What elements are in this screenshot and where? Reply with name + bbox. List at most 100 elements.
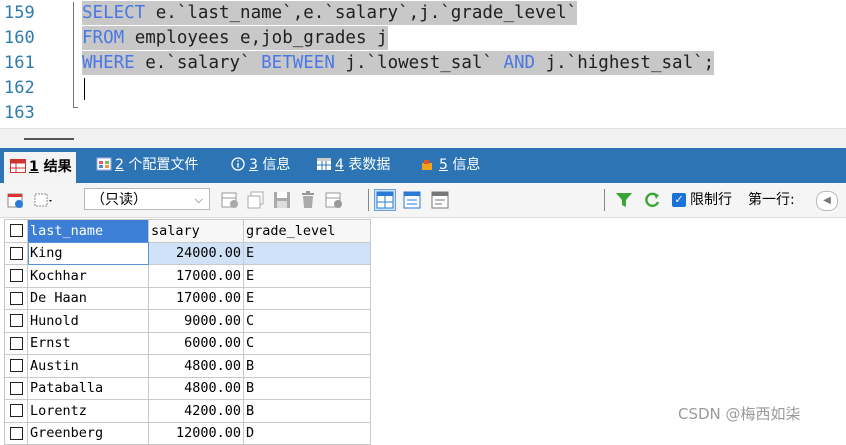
- cell-grade-level[interactable]: D: [243, 421, 371, 445]
- cell-grade-level[interactable]: B: [243, 354, 371, 378]
- tab-table-data[interactable]: 4 表数据: [316, 148, 390, 183]
- sql-text: j.`lowest_sal`: [334, 53, 504, 73]
- splitter-grip[interactable]: [24, 138, 74, 140]
- row-checkbox[interactable]: [4, 264, 28, 288]
- cell-last-name[interactable]: Austin: [27, 354, 149, 378]
- refresh-icon[interactable]: [642, 190, 662, 210]
- cell-salary[interactable]: 6000.00: [148, 331, 244, 355]
- previous-page-button[interactable]: ◀: [816, 191, 838, 211]
- cell-salary[interactable]: 17000.00: [148, 286, 244, 310]
- cell-salary[interactable]: 4200.00: [148, 399, 244, 423]
- table-row[interactable]: Ernst 6000.00 C: [4, 331, 371, 355]
- discard-changes-icon[interactable]: [324, 190, 344, 210]
- row-checkbox[interactable]: [4, 309, 28, 333]
- cell-salary[interactable]: 17000.00: [148, 264, 244, 288]
- table-row[interactable]: King 24000.00 E: [4, 241, 371, 265]
- row-checkbox[interactable]: [4, 399, 28, 423]
- limit-rows-label: 限制行: [690, 192, 732, 208]
- table-row[interactable]: Greenberg 12000.00 D: [4, 421, 371, 445]
- sql-text: e.`last_name`,e.`salary`,j.`grade_level`: [145, 3, 578, 23]
- tab-label: 结果: [43, 159, 72, 175]
- watermark: CSDN @梅西如柒: [678, 405, 801, 423]
- column-header[interactable]: salary: [148, 219, 244, 243]
- table-row[interactable]: Kochhar 17000.00 E: [4, 264, 371, 288]
- code-line[interactable]: SELECT e.`last_name`,e.`salary`,j.`grade…: [82, 1, 578, 25]
- readonly-select[interactable]: （只读） ⌵: [84, 188, 210, 210]
- line-number: 161: [4, 53, 35, 73]
- cell-salary[interactable]: 4800.00: [148, 354, 244, 378]
- table-row[interactable]: Lorentz 4200.00 B: [4, 399, 371, 423]
- cell-grade-level[interactable]: B: [243, 376, 371, 400]
- cell-last-name[interactable]: Hunold: [27, 309, 149, 333]
- cell-last-name[interactable]: De Haan: [27, 286, 149, 310]
- tab-profile[interactable]: 2 个配置文件: [96, 148, 198, 183]
- tab-info-2[interactable]: 5 信息: [420, 148, 480, 183]
- sql-text: j.`highest_sal`;: [535, 53, 715, 73]
- sql-keyword: SELECT: [82, 3, 146, 23]
- sql-text: employees e,job_grades j: [124, 28, 388, 48]
- cell-grade-level[interactable]: E: [243, 264, 371, 288]
- row-checkbox[interactable]: [4, 354, 28, 378]
- insert-row-icon[interactable]: [220, 190, 240, 210]
- row-checkbox[interactable]: [4, 286, 28, 310]
- tab-results[interactable]: 1 结果: [4, 152, 76, 183]
- code-line[interactable]: WHERE e.`salary` BETWEEN j.`lowest_sal` …: [82, 51, 715, 75]
- tab-label: 个配置文件: [128, 157, 199, 173]
- cell-salary[interactable]: 9000.00: [148, 309, 244, 333]
- pane-splitter[interactable]: [0, 128, 846, 149]
- select-all-checkbox[interactable]: [4, 219, 28, 243]
- delete-icon[interactable]: [298, 190, 318, 210]
- toolbar-divider: [368, 189, 369, 211]
- cell-salary[interactable]: 24000.00: [148, 241, 244, 265]
- cell-last-name[interactable]: Ernst: [27, 331, 149, 355]
- sql-keyword: FROM: [82, 28, 125, 48]
- row-checkbox[interactable]: [4, 331, 28, 355]
- view-mode-icon[interactable]: [34, 190, 54, 210]
- row-checkbox[interactable]: [4, 376, 28, 400]
- tab-info[interactable]: 3 信息: [230, 148, 290, 183]
- form-view-icon[interactable]: [402, 190, 422, 210]
- cell-last-name[interactable]: Pataballa: [27, 376, 149, 400]
- save-icon[interactable]: [272, 190, 292, 210]
- info-icon: [230, 150, 246, 171]
- table-row[interactable]: De Haan 17000.00 E: [4, 286, 371, 310]
- cell-grade-level[interactable]: E: [243, 241, 371, 265]
- line-number-gutter: 159 160 161 162 163: [0, 0, 64, 128]
- cell-last-name[interactable]: King: [27, 241, 149, 265]
- result-grid: last_name salary grade_level King 24000.0…: [4, 219, 371, 445]
- grid-view-icon[interactable]: [374, 189, 396, 211]
- tab-number: 3: [249, 157, 258, 173]
- row-checkbox[interactable]: [4, 421, 28, 445]
- cell-grade-level[interactable]: B: [243, 399, 371, 423]
- limit-rows-checkbox[interactable]: ✓: [672, 193, 686, 207]
- cell-last-name[interactable]: Kochhar: [27, 264, 149, 288]
- sql-editor[interactable]: 159 160 161 162 163 SELECT e.`last_name`…: [0, 0, 846, 128]
- tab-number: 1: [29, 159, 39, 175]
- cell-grade-level[interactable]: E: [243, 286, 371, 310]
- cell-grade-level[interactable]: C: [243, 309, 371, 333]
- cell-last-name[interactable]: Greenberg: [27, 421, 149, 445]
- column-header[interactable]: grade_level: [243, 219, 371, 243]
- table-row[interactable]: Pataballa 4800.00 B: [4, 376, 371, 400]
- line-number: 163: [4, 103, 35, 123]
- table-row[interactable]: Hunold 9000.00 C: [4, 309, 371, 333]
- column-header[interactable]: last_name: [27, 219, 149, 243]
- cell-last-name[interactable]: Lorentz: [27, 399, 149, 423]
- first-row-label: 第一行:: [748, 192, 795, 208]
- duplicate-row-icon[interactable]: [246, 190, 266, 210]
- sql-keyword: AND: [503, 53, 536, 73]
- line-number: 160: [4, 28, 35, 48]
- cell-grade-level[interactable]: C: [243, 331, 371, 355]
- line-number: 159: [4, 3, 35, 23]
- code-line[interactable]: FROM employees e,job_grades j: [82, 26, 388, 50]
- filter-icon[interactable]: [614, 190, 634, 210]
- table-row[interactable]: Austin 4800.00 B: [4, 354, 371, 378]
- tab-number: 2: [115, 157, 124, 173]
- sql-text: e.`salary`: [134, 53, 262, 73]
- cell-salary[interactable]: 4800.00: [148, 376, 244, 400]
- text-view-icon[interactable]: [430, 190, 450, 210]
- sql-keyword: BETWEEN: [261, 53, 335, 73]
- export-icon[interactable]: [6, 190, 26, 210]
- row-checkbox[interactable]: [4, 241, 28, 265]
- cell-salary[interactable]: 12000.00: [148, 421, 244, 445]
